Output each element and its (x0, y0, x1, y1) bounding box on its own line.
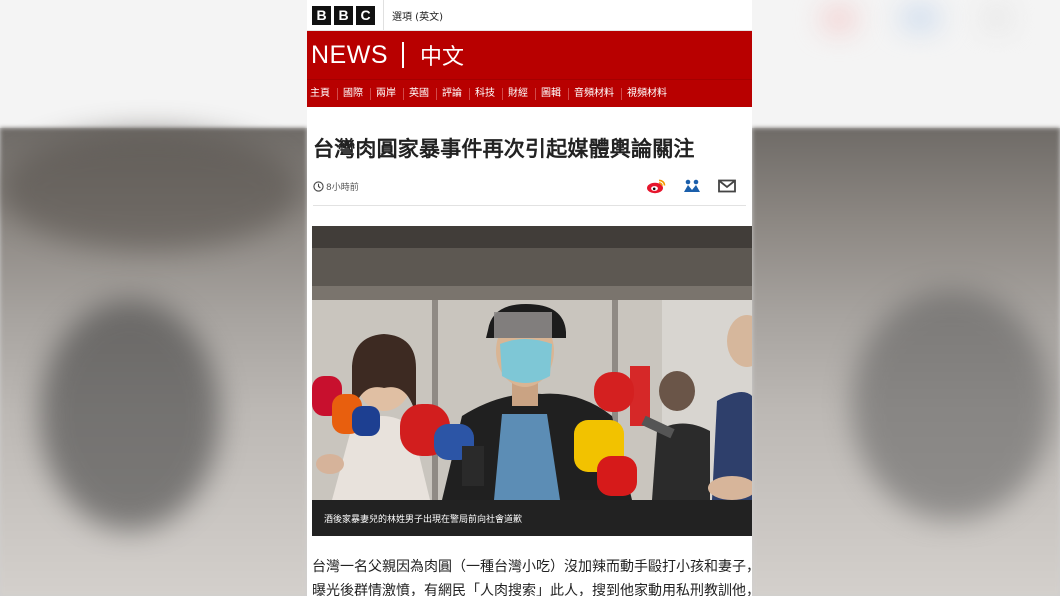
photo-caption: 酒後家暴妻兒的林姓男子出現在警局前向社會道歉 (312, 500, 752, 536)
section-nav: 主頁 國際 兩岸 英國 評論 科技 財經 圖輯 音頻材料 視頻材料 (307, 79, 752, 107)
email-icon[interactable] (718, 179, 736, 193)
divider (383, 0, 384, 30)
share-toolbar (646, 178, 736, 194)
divider (313, 205, 746, 206)
article-photo[interactable] (312, 226, 752, 500)
background-top-band (0, 0, 307, 128)
blurred-background-left (0, 0, 307, 596)
article-meta: 8小時前 (313, 175, 746, 197)
nav-item-video[interactable]: 視頻材料 (622, 88, 674, 100)
nav-item-audio[interactable]: 音頻材料 (569, 87, 622, 100)
divider (402, 42, 404, 68)
bbc-logo-letter: C (356, 5, 375, 25)
background-blob (0, 130, 300, 250)
news-brand-logo[interactable]: NEWS (311, 41, 388, 70)
bbc-logo[interactable]: B B C (312, 5, 375, 25)
nav-item-finance[interactable]: 財經 (503, 87, 536, 100)
nav-item-opinion[interactable]: 評論 (437, 87, 470, 100)
language-options-link[interactable]: 選項 (英文) (392, 8, 443, 23)
clock-icon (313, 180, 324, 192)
background-blob (900, 8, 940, 28)
nav-item-technology[interactable]: 科技 (470, 87, 503, 100)
press-conference-photo (312, 226, 752, 500)
bbc-top-bar: B B C 選項 (英文) (307, 0, 752, 31)
article-header: 台灣肉圓家暴事件再次引起媒體輿論關注 8小時前 (307, 107, 752, 206)
news-header: NEWS 中文 (307, 31, 752, 79)
weibo-icon[interactable] (646, 178, 666, 194)
blurred-background-right (752, 0, 1060, 596)
article-body: 台灣一名父親因為肉圓（一種台灣小吃）沒加辣而動手毆打小孩和妻子，家暴影片 曝光後… (312, 555, 752, 596)
nav-item-cross-strait[interactable]: 兩岸 (371, 87, 404, 100)
article-body-line: 曝光後群情激憤，有網民「人肉搜索」此人，搜到他家動用私刑教訓他，但以暴制 (312, 583, 752, 596)
nav-item-international[interactable]: 國際 (338, 87, 371, 100)
news-language-label[interactable]: 中文 (420, 39, 464, 71)
article-headline: 台灣肉圓家暴事件再次引起媒體輿論關注 (313, 137, 695, 161)
qzone-icon[interactable] (682, 178, 702, 194)
bbc-logo-letter: B (312, 5, 331, 25)
nav-item-home[interactable]: 主頁 (307, 87, 338, 100)
background-blob (984, 6, 1010, 30)
article-page: B B C 選項 (英文) NEWS 中文 主頁 國際 兩岸 英國 評論 科技 … (307, 0, 752, 596)
article-timestamp: 8小時前 (326, 182, 359, 193)
bbc-logo-letter: B (334, 5, 353, 25)
photo-caption-text: 酒後家暴妻兒的林姓男子出現在警局前向社會道歉 (324, 514, 523, 525)
nav-item-uk[interactable]: 英國 (404, 87, 437, 100)
background-blob (40, 300, 220, 530)
background-blob (852, 290, 1052, 520)
article-body-line: 台灣一名父親因為肉圓（一種台灣小吃）沒加辣而動手毆打小孩和妻子，家暴影片 (312, 559, 752, 575)
background-blob (822, 8, 856, 30)
nav-item-gallery[interactable]: 圖輯 (536, 87, 569, 100)
